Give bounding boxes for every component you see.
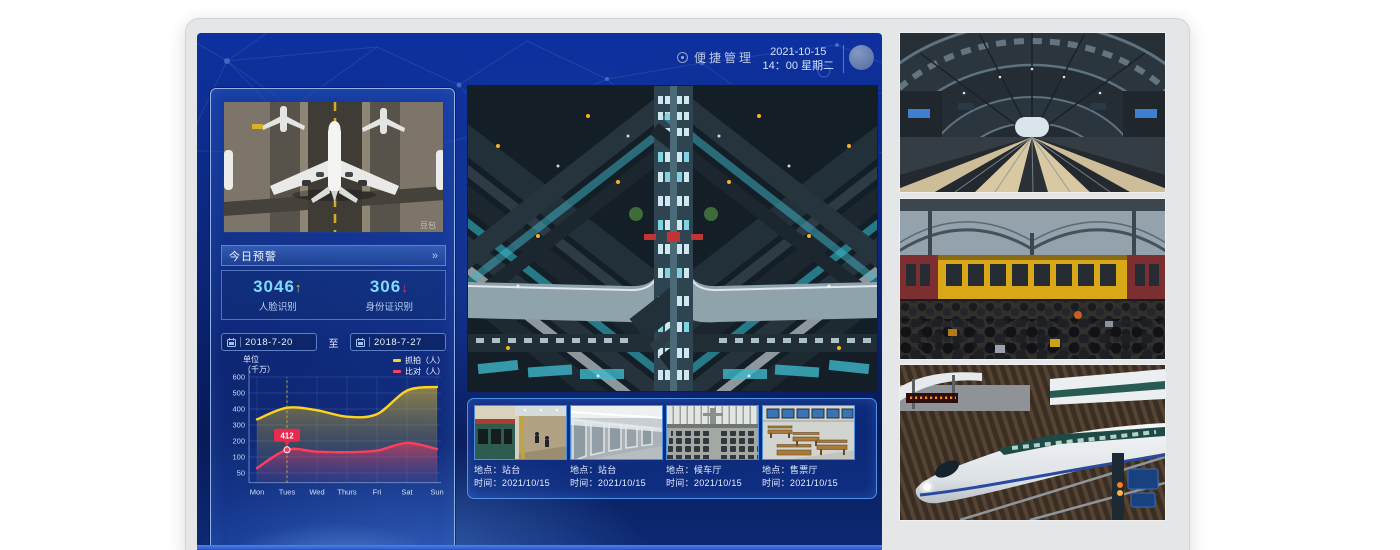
down-arrow-icon: ↓ bbox=[401, 280, 409, 295]
logo-icon bbox=[677, 52, 688, 63]
camera-time: 时间：2021/10/15 bbox=[570, 477, 663, 490]
stat-value: 3046↑ bbox=[253, 277, 302, 297]
main-surveillance-feed[interactable] bbox=[467, 85, 878, 392]
chart-unit-label: 单位 （千万） bbox=[243, 355, 275, 375]
airplane-tarmac-photo: 豆包 bbox=[223, 101, 444, 233]
camera-thumb-waiting-hall[interactable] bbox=[666, 405, 759, 460]
station-hall-photo bbox=[900, 33, 1165, 192]
app-title: 便捷管理 bbox=[677, 49, 754, 66]
camera-label: 地点：站台 时间：2021/10/15 bbox=[570, 464, 663, 490]
camera-label: 地点：售票厅 时间：2021/10/15 bbox=[762, 464, 855, 490]
legend-compare[interactable]: 比对（人） bbox=[393, 366, 445, 377]
header-datetime: 2021-10-15 14：00 星期二 bbox=[762, 45, 834, 73]
svg-text:200: 200 bbox=[232, 437, 245, 446]
svg-text:Sat: Sat bbox=[401, 488, 413, 497]
legend-swatch-capture bbox=[393, 359, 401, 362]
camera-item-2: 地点：站台 时间：2021/10/15 bbox=[570, 405, 663, 490]
stat-label: 身份证识别 bbox=[365, 299, 413, 313]
pill-divider bbox=[369, 337, 370, 347]
svg-text:Sun: Sun bbox=[430, 488, 443, 497]
svg-text:500: 500 bbox=[232, 389, 245, 398]
camera-thumb-ticket-hall[interactable] bbox=[762, 405, 855, 460]
end-date-value: 2018-7-27 bbox=[374, 337, 422, 348]
today-warning-titlebar: 今日预警 » bbox=[221, 245, 446, 266]
user-avatar[interactable] bbox=[849, 45, 874, 70]
svg-text:412: 412 bbox=[280, 431, 294, 440]
chart-legend: 抓拍（人） 比对（人） bbox=[393, 355, 445, 377]
svg-text:Fri: Fri bbox=[373, 488, 382, 497]
svg-text:50: 50 bbox=[237, 469, 245, 478]
more-chevron-icon[interactable]: » bbox=[432, 250, 438, 262]
camera-thumb-platform-1[interactable] bbox=[474, 405, 567, 460]
camera-time: 时间：2021/10/15 bbox=[666, 477, 759, 490]
camera-label: 地点：站台 时间：2021/10/15 bbox=[474, 464, 567, 490]
today-warning-stats: 3046↑ 人脸识别 306↓ 身份证识别 bbox=[221, 270, 446, 320]
camera-strip-panel: 地点：站台 时间：2021/10/15 bbox=[467, 398, 877, 499]
camera-item-3: 地点：候车厅 时间：2021/10/15 bbox=[666, 405, 759, 490]
photo-watermark: 豆包 bbox=[420, 220, 436, 230]
header-divider bbox=[843, 45, 844, 73]
svg-text:Wed: Wed bbox=[309, 488, 324, 497]
weekly-trend-chart[interactable]: 单位 （千万） 抓拍（人） 比对（人） bbox=[219, 353, 449, 525]
up-arrow-icon: ↑ bbox=[295, 280, 303, 295]
svg-text:300: 300 bbox=[232, 421, 245, 430]
end-date-picker[interactable]: 2018-7-27 bbox=[350, 333, 446, 351]
dashboard-footer-bar bbox=[197, 545, 882, 550]
legend-swatch-compare bbox=[393, 370, 401, 373]
svg-text:400: 400 bbox=[232, 405, 245, 414]
camera-time: 时间：2021/10/15 bbox=[762, 477, 855, 490]
stat-face-recognition: 3046↑ 人脸识别 bbox=[222, 271, 334, 319]
legend-capture[interactable]: 抓拍（人） bbox=[393, 355, 445, 366]
calendar-icon bbox=[227, 338, 236, 347]
bullet-train-photo bbox=[900, 365, 1165, 520]
start-date-picker[interactable]: 2018-7-20 bbox=[221, 333, 317, 351]
svg-text:100: 100 bbox=[232, 453, 245, 462]
camera-item-1: 地点：站台 时间：2021/10/15 bbox=[474, 405, 567, 490]
svg-text:Mon: Mon bbox=[250, 488, 265, 497]
screenshot-stage: 便捷管理 2021-10-15 14：00 星期二 bbox=[0, 0, 1400, 550]
camera-thumb-platform-2[interactable] bbox=[570, 405, 663, 460]
camera-time: 时间：2021/10/15 bbox=[474, 477, 567, 490]
svg-text:Tues: Tues bbox=[279, 488, 296, 497]
camera-location: 地点：站台 bbox=[474, 464, 567, 477]
svg-text:Thurs: Thurs bbox=[337, 488, 356, 497]
stat-id-recognition: 306↓ 身份证识别 bbox=[334, 271, 446, 319]
camera-location: 地点：站台 bbox=[570, 464, 663, 477]
calendar-icon bbox=[356, 338, 365, 347]
header-time-weekday: 14：00 星期二 bbox=[762, 59, 834, 73]
crowded-platform-photo bbox=[900, 199, 1165, 359]
date-range-separator: 至 bbox=[329, 335, 339, 350]
left-stats-panel: 豆包 今日预警 » 3046↑ 人脸识别 306↓ bbox=[210, 88, 455, 550]
today-warning-title: 今日预警 bbox=[229, 248, 277, 264]
header-date: 2021-10-15 bbox=[762, 45, 834, 59]
camera-location: 地点：候车厅 bbox=[666, 464, 759, 477]
camera-location: 地点：售票厅 bbox=[762, 464, 855, 477]
dashboard-panel: 便捷管理 2021-10-15 14：00 星期二 bbox=[197, 33, 882, 550]
camera-item-4: 地点：售票厅 时间：2021/10/15 bbox=[762, 405, 855, 490]
app-title-text: 便捷管理 bbox=[694, 49, 754, 66]
stat-label: 人脸识别 bbox=[259, 299, 297, 313]
camera-label: 地点：候车厅 时间：2021/10/15 bbox=[666, 464, 759, 490]
date-range-row: 2018-7-20 至 2018-7-27 bbox=[221, 333, 446, 351]
pill-divider bbox=[240, 337, 241, 347]
weekly-chart-svg[interactable]: 60050040030020010050MonTuesWedThursFriSa… bbox=[219, 353, 449, 525]
stat-value: 306↓ bbox=[370, 277, 409, 297]
start-date-value: 2018-7-20 bbox=[245, 337, 293, 348]
